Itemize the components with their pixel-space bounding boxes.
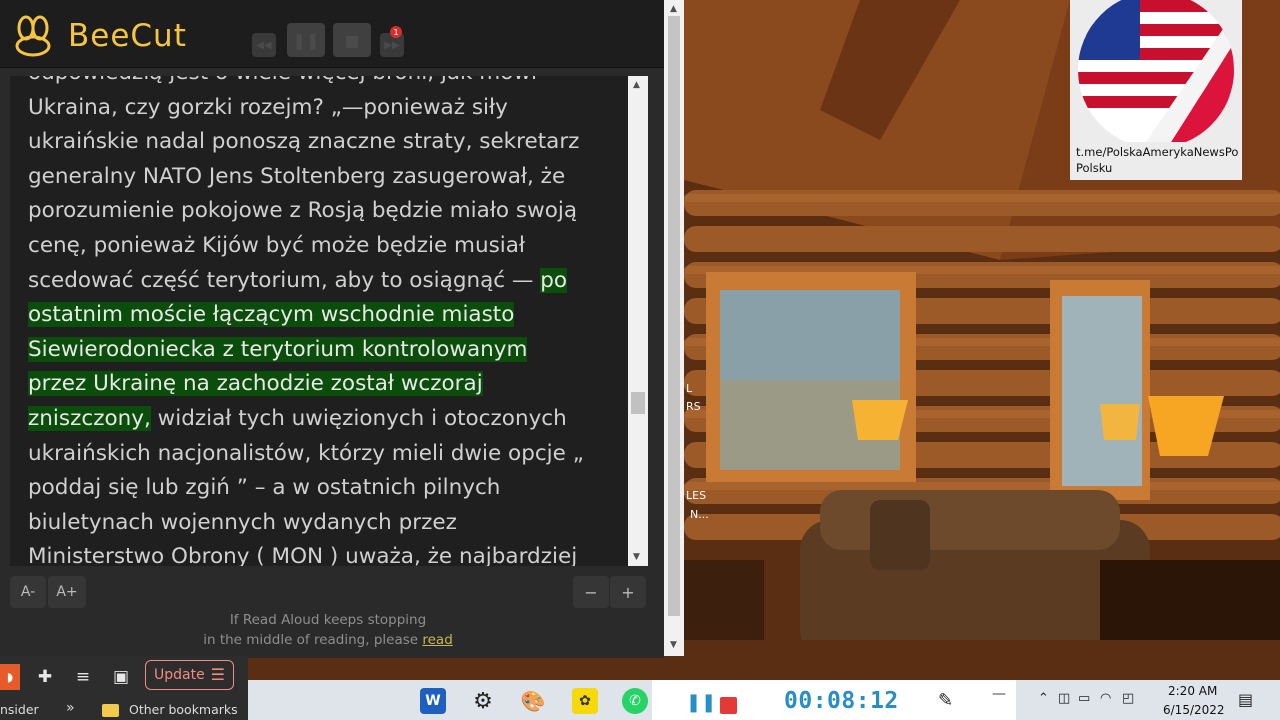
highlighted-text: zniszczony, <box>28 405 151 431</box>
text-line: porozumienie pokojowe z Rosją będzie mia… <box>28 198 578 224</box>
scroll-down-icon[interactable]: ▼ <box>670 640 677 650</box>
text-line: poddaj się lub zgiń ” – a w ostatnich pi… <box>28 475 501 501</box>
notification-badge: 1 <box>390 26 402 38</box>
meet-now-icon[interactable]: ◫ <box>1058 691 1070 706</box>
wifi-icon[interactable]: ◠ <box>1100 691 1111 706</box>
text-line: zniszczony, widział tych uwięzionych i o… <box>28 402 618 437</box>
bookmarks-bar: nsider » Other bookmarks <box>0 700 248 720</box>
telegram-link-text[interactable]: t.me/PolskaAmerykaNewsPo Polsku <box>1076 144 1242 176</box>
app-title: BeeCut <box>68 18 187 54</box>
notice-line: in the middle of reading, please read <box>160 630 496 650</box>
menu-icon: ☰ <box>210 665 225 684</box>
font-decrease-button[interactable]: A- <box>10 576 46 608</box>
beecut-app-icon[interactable]: ✿ <box>572 688 598 714</box>
text-line: ukraińskich nacjonalistów, którzy mieli … <box>28 440 584 466</box>
text-line: biuletynach wojennych wydanych przez <box>28 509 457 535</box>
notification-center-icon[interactable]: ▤ <box>1238 690 1253 709</box>
folder-icon <box>102 704 119 717</box>
speed-decrease-button[interactable]: − <box>573 576 609 608</box>
stop-button[interactable]: ■ <box>333 23 371 57</box>
text-line: Ministerstwo Obrony ( MON ) uważa, że na… <box>28 544 578 566</box>
text-line: cenę, ponieważ Kijów być może będzie mus… <box>28 232 526 258</box>
page-scrollbar[interactable]: ▲ ▼ <box>664 0 684 656</box>
text-line: scedować część terytorium, aby to osiągn… <box>28 264 618 299</box>
update-button[interactable]: Update ☰ <box>145 660 234 690</box>
word-icon[interactable]: W <box>420 688 446 714</box>
text-line: ostatnim moście łączącym wschodnie miast… <box>28 298 618 333</box>
reading-text-area[interactable]: odpowiedzią jest o wiele więcej broni, j… <box>10 76 648 566</box>
background-text-fragment: RS <box>686 400 701 413</box>
pause-button[interactable]: ❚❚ <box>287 23 325 57</box>
speed-increase-button[interactable]: + <box>610 576 646 608</box>
bee-logo-icon <box>15 15 51 57</box>
extension-icon[interactable]: ◗ <box>0 664 20 690</box>
text-segment: widział tych uwięzionych i otoczonych <box>150 405 567 431</box>
scroll-up-icon[interactable]: ▲ <box>633 80 640 90</box>
font-increase-button[interactable]: A+ <box>48 576 86 608</box>
highlighted-text: Siewierodoniecka z terytorium kontrolowa… <box>28 336 528 362</box>
scrollbar-thumb[interactable] <box>631 392 645 414</box>
text-segment: scedować część terytorium, aby to osiągn… <box>28 267 541 293</box>
highlighted-text: przez Ukrainę na zachodzie został wczora… <box>28 371 483 397</box>
us-poland-flag-image <box>1078 0 1234 142</box>
pause-icon: ❚❚ <box>292 30 320 50</box>
battery-icon[interactable]: ▭ <box>1078 691 1090 706</box>
update-label: Update <box>154 667 205 683</box>
highlighted-text: po <box>540 267 568 293</box>
read-aloud-notice: If Read Aloud keeps stopping in the midd… <box>160 610 496 650</box>
screen-recorder-widget: ❚❚ 00:08:12 ✎ — <box>652 680 1016 720</box>
highlighted-text: ostatnim moście łączącym wschodnie miast… <box>28 302 515 328</box>
text-line: ukraińskie nadal ponoszą znaczne straty,… <box>28 129 580 155</box>
read-link[interactable]: read <box>422 632 452 648</box>
telegram-channel-card[interactable]: t.me/PolskaAmerykaNewsPo Polsku <box>1070 0 1242 180</box>
text-line: Ukraina, czy gorzki rozejm? „—ponieważ s… <box>28 94 508 120</box>
scroll-down-icon[interactable]: ▼ <box>633 552 640 562</box>
fast-forward-icon: ▶▶ <box>384 39 400 51</box>
notice-line: If Read Aloud keeps stopping <box>229 612 427 628</box>
settings-gear-icon[interactable]: ⚙ <box>470 688 496 714</box>
chevron-up-icon[interactable]: ⌃ <box>1038 691 1049 706</box>
recorder-stop-button[interactable] <box>720 697 737 714</box>
text-line: przez Ukrainę na zachodzie został wczora… <box>28 367 618 402</box>
beecut-toolbar: BeeCut ◀◀ ❚❚ ■ ▶▶ <box>0 0 664 68</box>
stop-icon: ■ <box>344 30 360 50</box>
volume-muted-icon[interactable]: ◰ <box>1122 691 1134 706</box>
puzzle-extensions-icon[interactable]: ✚ <box>32 664 58 690</box>
clock-time[interactable]: 2:20 AM <box>1168 684 1217 698</box>
background-text-fragment: N... <box>690 508 709 521</box>
bookmark-item[interactable]: nsider <box>0 702 39 717</box>
text-line: Siewierodoniecka z terytorium kontrolowa… <box>28 333 618 368</box>
recorder-pause-icon[interactable]: ❚❚ <box>686 692 716 713</box>
minimize-icon[interactable]: — <box>992 686 1006 702</box>
background-text-fragment: LES <box>686 489 707 502</box>
playlist-icon[interactable]: ≡ <box>70 664 96 690</box>
pen-icon[interactable]: ✎ <box>938 690 953 711</box>
read-aloud-panel: odpowiedzią jest o wiele więcej broni, j… <box>0 68 664 658</box>
notice-text: in the middle of reading, please <box>203 632 423 648</box>
chevron-right-icon[interactable]: » <box>66 700 75 716</box>
reading-text: odpowiedzią jest o wiele więcej broni, j… <box>28 76 618 566</box>
background-text-fragment: L <box>686 382 693 395</box>
scrollbar-thumb[interactable] <box>668 16 680 616</box>
text-scrollbar[interactable]: ▲ ▼ <box>628 76 648 566</box>
text-line: generalny NATO Jens Stoltenberg zasugero… <box>28 163 566 189</box>
scroll-up-icon[interactable]: ▲ <box>670 4 677 14</box>
recording-timer: 00:08:12 <box>784 688 899 714</box>
text-line: odpowiedzią jest o wiele więcej broni, j… <box>28 76 618 91</box>
paint-palette-icon[interactable]: 🎨 <box>520 688 546 714</box>
whatsapp-icon[interactable]: ✆ <box>622 688 648 714</box>
clock-date[interactable]: 6/15/2022 <box>1163 703 1225 717</box>
wallet-icon[interactable]: ▣ <box>108 664 134 690</box>
other-bookmarks-folder[interactable]: Other bookmarks <box>129 702 238 717</box>
rewind-icon: ◀◀ <box>256 39 272 51</box>
rewind-button[interactable]: ◀◀ <box>252 33 276 57</box>
